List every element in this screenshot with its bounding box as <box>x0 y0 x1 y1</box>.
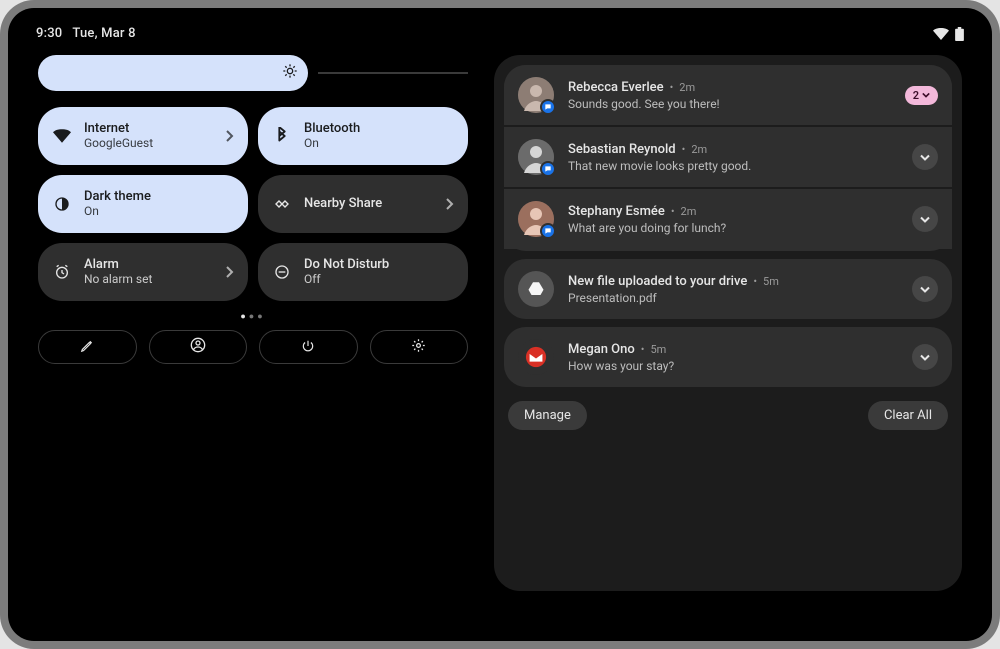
notification-message: How was your stay? <box>568 359 898 373</box>
notification-sender: Stephany Esmée <box>568 204 665 219</box>
wifi-status-icon <box>933 28 949 40</box>
notification-message: That new movie looks pretty good. <box>568 159 898 173</box>
notification-item[interactable]: New file uploaded to your drive • 5m Pre… <box>504 259 952 319</box>
drive-app-icon <box>518 271 554 307</box>
notification-sender: Rebecca Everlee <box>568 80 664 95</box>
tile-subtitle: No alarm set <box>84 273 214 286</box>
status-date: Tue, Mar 8 <box>72 26 135 41</box>
notification-time: 2m <box>681 205 697 218</box>
tile-internet[interactable]: Internet GoogleGuest <box>38 107 248 165</box>
edit-tiles-button[interactable] <box>38 330 137 364</box>
chevron-right-icon <box>226 263 234 282</box>
brightness-track[interactable] <box>318 72 468 74</box>
tile-dark-theme[interactable]: Dark theme On <box>38 175 248 233</box>
tile-subtitle: GoogleGuest <box>84 137 214 150</box>
tile-do-not-disturb[interactable]: Do Not Disturb Off <box>258 243 468 301</box>
tile-subtitle: On <box>84 205 234 218</box>
tile-alarm[interactable]: Alarm No alarm set <box>38 243 248 301</box>
power-icon <box>301 338 315 357</box>
status-time: 9:30 <box>36 26 62 41</box>
gear-icon <box>411 338 426 357</box>
alarm-icon <box>52 264 72 280</box>
notification-item[interactable]: Rebecca Everlee • 2m Sounds good. See yo… <box>504 65 952 125</box>
notification-item[interactable]: Megan Ono • 5m How was your stay? <box>504 327 952 387</box>
expand-button[interactable] <box>912 276 938 302</box>
notification-time: 2m <box>679 81 695 94</box>
user-icon <box>190 337 206 357</box>
notification-message: Presentation.pdf <box>568 291 898 305</box>
tile-title: Do Not Disturb <box>304 258 454 272</box>
battery-status-icon <box>955 27 964 41</box>
brightness-slider[interactable] <box>38 55 308 91</box>
tile-title: Internet <box>84 122 214 136</box>
status-bar: 9:30 Tue, Mar 8 <box>8 8 992 47</box>
messages-app-icon <box>540 223 556 239</box>
power-button[interactable] <box>259 330 358 364</box>
tile-title: Alarm <box>84 258 214 272</box>
messages-app-icon <box>540 161 556 177</box>
brightness-slider-row <box>38 55 468 91</box>
notification-item[interactable]: Sebastian Reynold • 2m That new movie lo… <box>504 125 952 187</box>
conversation-group: Rebecca Everlee • 2m Sounds good. See yo… <box>504 65 952 251</box>
tile-subtitle: Off <box>304 273 454 286</box>
dnd-icon <box>272 264 292 280</box>
notification-panel: Rebecca Everlee • 2m Sounds good. See yo… <box>494 55 962 591</box>
wifi-icon <box>52 129 72 143</box>
avatar <box>518 201 554 237</box>
tile-nearby-share[interactable]: Nearby Share <box>258 175 468 233</box>
notification-time: 5m <box>763 275 779 288</box>
chevron-right-icon <box>226 127 234 146</box>
user-switch-button[interactable] <box>149 330 248 364</box>
nearby-share-icon <box>272 198 292 210</box>
tile-subtitle: On <box>304 137 454 150</box>
quick-settings-panel: Internet GoogleGuest Bluetooth <box>38 55 468 591</box>
brightness-icon <box>282 63 298 83</box>
bluetooth-icon <box>272 127 292 145</box>
avatar <box>518 77 554 113</box>
expand-button[interactable] <box>912 144 938 170</box>
notification-sender: Sebastian Reynold <box>568 142 676 157</box>
expand-button[interactable] <box>912 206 938 232</box>
clear-all-button[interactable]: Clear All <box>868 401 948 430</box>
notification-message: What are you doing for lunch? <box>568 221 898 235</box>
expand-button[interactable] <box>912 344 938 370</box>
pencil-icon <box>80 338 94 357</box>
dark-theme-icon <box>52 196 72 212</box>
tile-title: Nearby Share <box>304 197 434 211</box>
messages-app-icon <box>540 99 556 115</box>
chevron-right-icon <box>446 195 454 214</box>
tile-bluetooth[interactable]: Bluetooth On <box>258 107 468 165</box>
notification-time: 2m <box>691 143 707 156</box>
page-indicator: ●●● <box>38 311 468 322</box>
notification-message: Sounds good. See you there! <box>568 97 891 111</box>
avatar <box>518 139 554 175</box>
tile-title: Dark theme <box>84 190 234 204</box>
notification-item[interactable]: Stephany Esmée • 2m What are you doing f… <box>504 187 952 249</box>
notification-title: New file uploaded to your drive <box>568 274 747 289</box>
gmail-app-icon <box>518 339 554 375</box>
manage-notifications-button[interactable]: Manage <box>508 401 587 430</box>
settings-button[interactable] <box>370 330 469 364</box>
notification-sender: Megan Ono <box>568 342 635 357</box>
tile-title: Bluetooth <box>304 122 454 136</box>
notification-count-badge[interactable]: 2 <box>905 86 938 105</box>
notification-time: 5m <box>650 343 666 356</box>
